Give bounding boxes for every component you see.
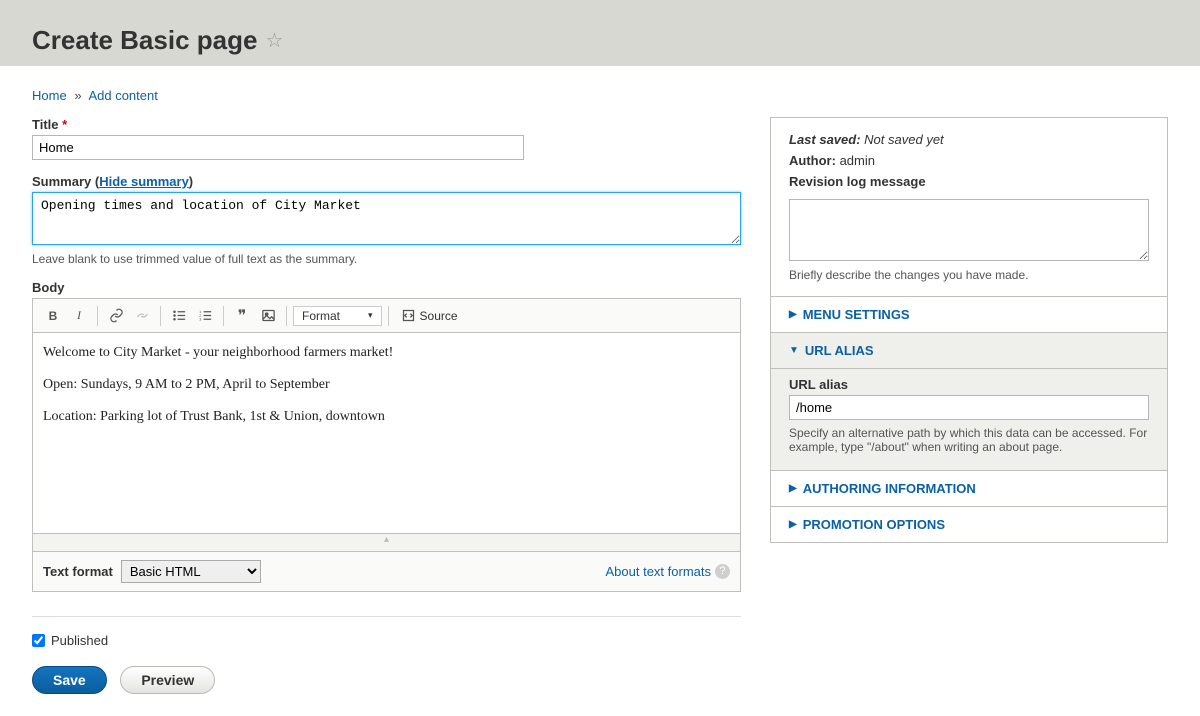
revision-textarea[interactable] (789, 199, 1149, 261)
url-alias-input[interactable] (789, 395, 1149, 420)
title-label: Title * (32, 117, 744, 132)
meta-section: Last saved: Not saved yet Author: admin … (771, 118, 1167, 296)
source-button[interactable]: Source (395, 306, 464, 325)
breadcrumb-separator: » (74, 88, 81, 103)
save-button[interactable]: Save (32, 666, 107, 694)
editor-body[interactable]: Welcome to City Market - your neighborho… (33, 333, 740, 533)
body-paragraph: Location: Parking lot of Trust Bank, 1st… (43, 409, 730, 425)
url-alias-header[interactable]: ▼ URL ALIAS (771, 333, 1167, 368)
published-label: Published (51, 633, 108, 648)
editor-toolbar: B I 123 (33, 299, 740, 333)
promotion-section: ▶ PROMOTION OPTIONS (771, 506, 1167, 542)
triangle-right-icon: ▶ (789, 519, 797, 530)
format-dropdown[interactable]: Format ▾ (293, 306, 382, 326)
url-alias-label: URL alias (789, 377, 1149, 392)
title-field: Title * (32, 117, 744, 160)
menu-settings-header[interactable]: ▶ MENU SETTINGS (771, 297, 1167, 332)
text-format-label: Text format (43, 564, 113, 579)
summary-label: Summary (Hide summary) (32, 174, 744, 189)
url-alias-section: ▼ URL ALIAS URL alias Specify an alterna… (771, 332, 1167, 470)
toolbar-separator (223, 306, 224, 326)
hide-summary-link[interactable]: Hide summary (99, 174, 189, 189)
sidebar-panel: Last saved: Not saved yet Author: admin … (770, 117, 1168, 543)
unlink-icon[interactable] (130, 304, 154, 328)
published-checkbox[interactable] (32, 634, 45, 647)
blockquote-icon[interactable]: ❞ (230, 304, 254, 328)
menu-settings-section: ▶ MENU SETTINGS (771, 296, 1167, 332)
page-title-text: Create Basic page (32, 25, 257, 56)
chevron-down-icon: ▾ (368, 310, 373, 321)
title-input[interactable] (32, 135, 524, 160)
body-label: Body (32, 280, 744, 295)
header-bar: Create Basic page ☆ (0, 0, 1200, 66)
favorite-star-icon[interactable]: ☆ (265, 28, 283, 53)
body-paragraph: Welcome to City Market - your neighborho… (43, 345, 730, 361)
bullet-list-icon[interactable] (167, 304, 191, 328)
summary-textarea[interactable] (32, 192, 741, 245)
action-buttons: Save Preview (32, 666, 744, 694)
divider (32, 616, 741, 617)
text-format-row: Text format Basic HTML About text format… (32, 552, 741, 592)
page-title: Create Basic page ☆ (32, 25, 1168, 56)
image-icon[interactable] (256, 304, 280, 328)
breadcrumb: Home » Add content (32, 88, 1168, 103)
body-field: Body B I (32, 280, 744, 592)
body-paragraph: Open: Sundays, 9 AM to 2 PM, April to Se… (43, 377, 730, 393)
author-line: Author: admin (789, 153, 1149, 168)
triangle-down-icon: ▼ (789, 345, 799, 356)
authoring-header[interactable]: ▶ AUTHORING INFORMATION (771, 471, 1167, 506)
preview-button[interactable]: Preview (120, 666, 215, 694)
toolbar-separator (286, 306, 287, 326)
help-icon: ? (715, 564, 730, 579)
triangle-right-icon: ▶ (789, 483, 797, 494)
summary-field: Summary (Hide summary) Leave blank to us… (32, 174, 744, 266)
revision-label: Revision log message (789, 174, 926, 189)
summary-help: Leave blank to use trimmed value of full… (32, 252, 744, 266)
url-alias-help: Specify an alternative path by which thi… (789, 426, 1149, 454)
breadcrumb-add-content[interactable]: Add content (88, 88, 157, 103)
svg-text:3: 3 (199, 318, 201, 322)
link-icon[interactable] (104, 304, 128, 328)
last-saved-line: Last saved: Not saved yet (789, 132, 1149, 147)
about-text-formats-link[interactable]: About text formats ? (606, 564, 731, 579)
promotion-header[interactable]: ▶ PROMOTION OPTIONS (771, 507, 1167, 542)
bold-icon[interactable]: B (41, 304, 65, 328)
breadcrumb-home[interactable]: Home (32, 88, 67, 103)
numbered-list-icon[interactable]: 123 (193, 304, 217, 328)
required-star-icon: * (62, 117, 67, 132)
italic-icon[interactable]: I (67, 304, 91, 328)
toolbar-separator (160, 306, 161, 326)
toolbar-separator (388, 306, 389, 326)
triangle-right-icon: ▶ (789, 309, 797, 320)
url-alias-body: URL alias Specify an alternative path by… (771, 368, 1167, 470)
editor-resize-handle[interactable]: ▴ (33, 533, 740, 551)
authoring-section: ▶ AUTHORING INFORMATION (771, 470, 1167, 506)
rich-text-editor: B I 123 (32, 298, 741, 552)
revision-help: Briefly describe the changes you have ma… (789, 268, 1149, 282)
published-checkbox-row: Published (32, 633, 744, 648)
toolbar-separator (97, 306, 98, 326)
text-format-select[interactable]: Basic HTML (121, 560, 261, 583)
